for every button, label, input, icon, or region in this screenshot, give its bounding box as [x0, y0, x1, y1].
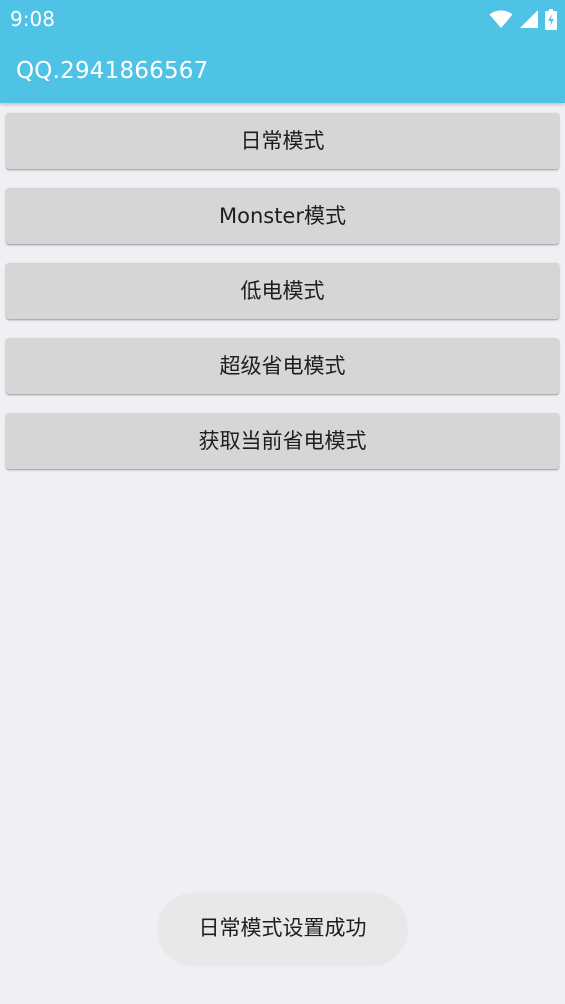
toast-message: 日常模式设置成功 — [158, 893, 407, 964]
battery-charging-icon — [545, 8, 557, 30]
low-power-mode-button[interactable]: 低电模式 — [6, 263, 559, 319]
status-icons — [489, 8, 557, 30]
cell-signal-icon — [519, 9, 539, 29]
mode-button-list: 日常模式 Monster模式 低电模式 超级省电模式 获取当前省电模式 — [6, 113, 559, 488]
app-title: QQ.2941866567 — [16, 58, 209, 84]
daily-mode-button[interactable]: 日常模式 — [6, 113, 559, 169]
super-power-saving-mode-button[interactable]: 超级省电模式 — [6, 338, 559, 394]
status-time: 9:08 — [10, 7, 55, 31]
get-current-power-mode-button[interactable]: 获取当前省电模式 — [6, 413, 559, 469]
status-bar: 9:08 — [0, 0, 565, 38]
monster-mode-button[interactable]: Monster模式 — [6, 188, 559, 244]
wifi-icon — [489, 9, 513, 29]
app-bar: QQ.2941866567 — [0, 38, 565, 103]
